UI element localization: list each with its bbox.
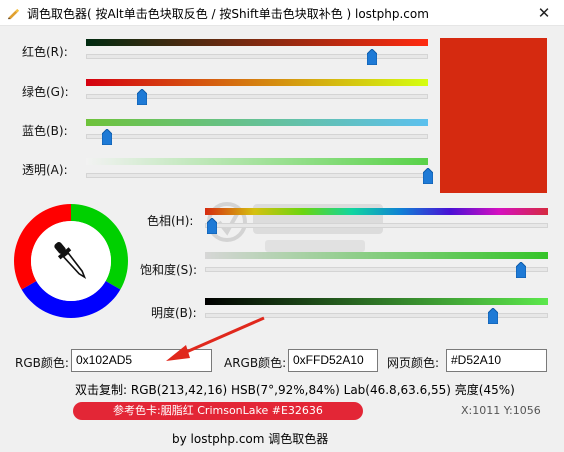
brightness-slider[interactable] (205, 298, 548, 326)
red-slider-thumb[interactable] (366, 49, 377, 65)
alpha-label: 透明(A): (22, 163, 68, 177)
window-title: 调色取色器( 按Alt单击色块取反色 / 按Shift单击色块取补色 ) los… (27, 7, 429, 21)
saturation-label: 饱和度(S): (140, 263, 198, 277)
red-slider[interactable] (86, 39, 428, 67)
color-info-line[interactable]: 双击复制: RGB(213,42,16) HSB(7°,92%,84%) Lab… (75, 381, 515, 398)
green-slider[interactable] (86, 79, 428, 107)
alpha-slider-thumb[interactable] (423, 168, 433, 184)
green-slider-thumb[interactable] (137, 89, 148, 105)
green-label: 绿色(G): (22, 85, 69, 99)
red-gradient (86, 39, 428, 46)
reference-color-pill[interactable]: 参考色卡:胭脂红 CrimsonLake #E32636 (73, 402, 363, 420)
title-bar: 调色取色器( 按Alt单击色块取反色 / 按Shift单击色块取补色 ) los… (0, 0, 564, 26)
alpha-track (86, 173, 428, 178)
blue-slider[interactable] (86, 119, 428, 147)
footer-link[interactable]: by lostphp.com 调色取色器 (172, 430, 328, 447)
saturation-gradient (205, 252, 548, 259)
brightness-slider-thumb[interactable] (488, 308, 499, 324)
blue-track (86, 134, 428, 139)
brightness-gradient (205, 298, 548, 305)
close-button[interactable]: ✕ (524, 0, 564, 26)
blue-slider-thumb[interactable] (102, 129, 113, 145)
hue-slider-thumb[interactable] (206, 218, 217, 234)
rgb-field[interactable]: 0x102AD5 (71, 349, 212, 372)
saturation-track (205, 267, 548, 272)
alpha-slider[interactable] (86, 158, 433, 186)
argb-field[interactable]: 0xFFD52A10 (288, 349, 378, 372)
green-gradient (86, 79, 428, 86)
blue-gradient (86, 119, 428, 126)
hue-label: 色相(H): (147, 214, 194, 228)
hue-gradient (205, 208, 548, 215)
blue-label: 蓝色(B): (22, 124, 68, 138)
alpha-gradient (86, 158, 428, 165)
rgb-label: RGB颜色: (15, 356, 69, 370)
app-icon (7, 8, 20, 20)
cursor-coordinates: X:1011 Y:1056 (461, 404, 541, 417)
saturation-slider[interactable] (205, 252, 548, 280)
hue-track (205, 223, 548, 228)
hue-slider[interactable] (205, 208, 548, 236)
red-label: 红色(R): (22, 45, 68, 59)
argb-label: ARGB颜色: (224, 356, 287, 370)
web-color-field[interactable]: #D52A10 (446, 349, 547, 372)
web-color-label: 网页颜色: (387, 356, 440, 370)
color-preview-swatch[interactable] (440, 38, 547, 193)
red-track (86, 54, 428, 59)
saturation-slider-thumb[interactable] (515, 262, 526, 278)
brightness-label: 明度(B): (151, 306, 197, 320)
close-icon: ✕ (537, 4, 551, 22)
color-wheel[interactable] (14, 204, 128, 318)
